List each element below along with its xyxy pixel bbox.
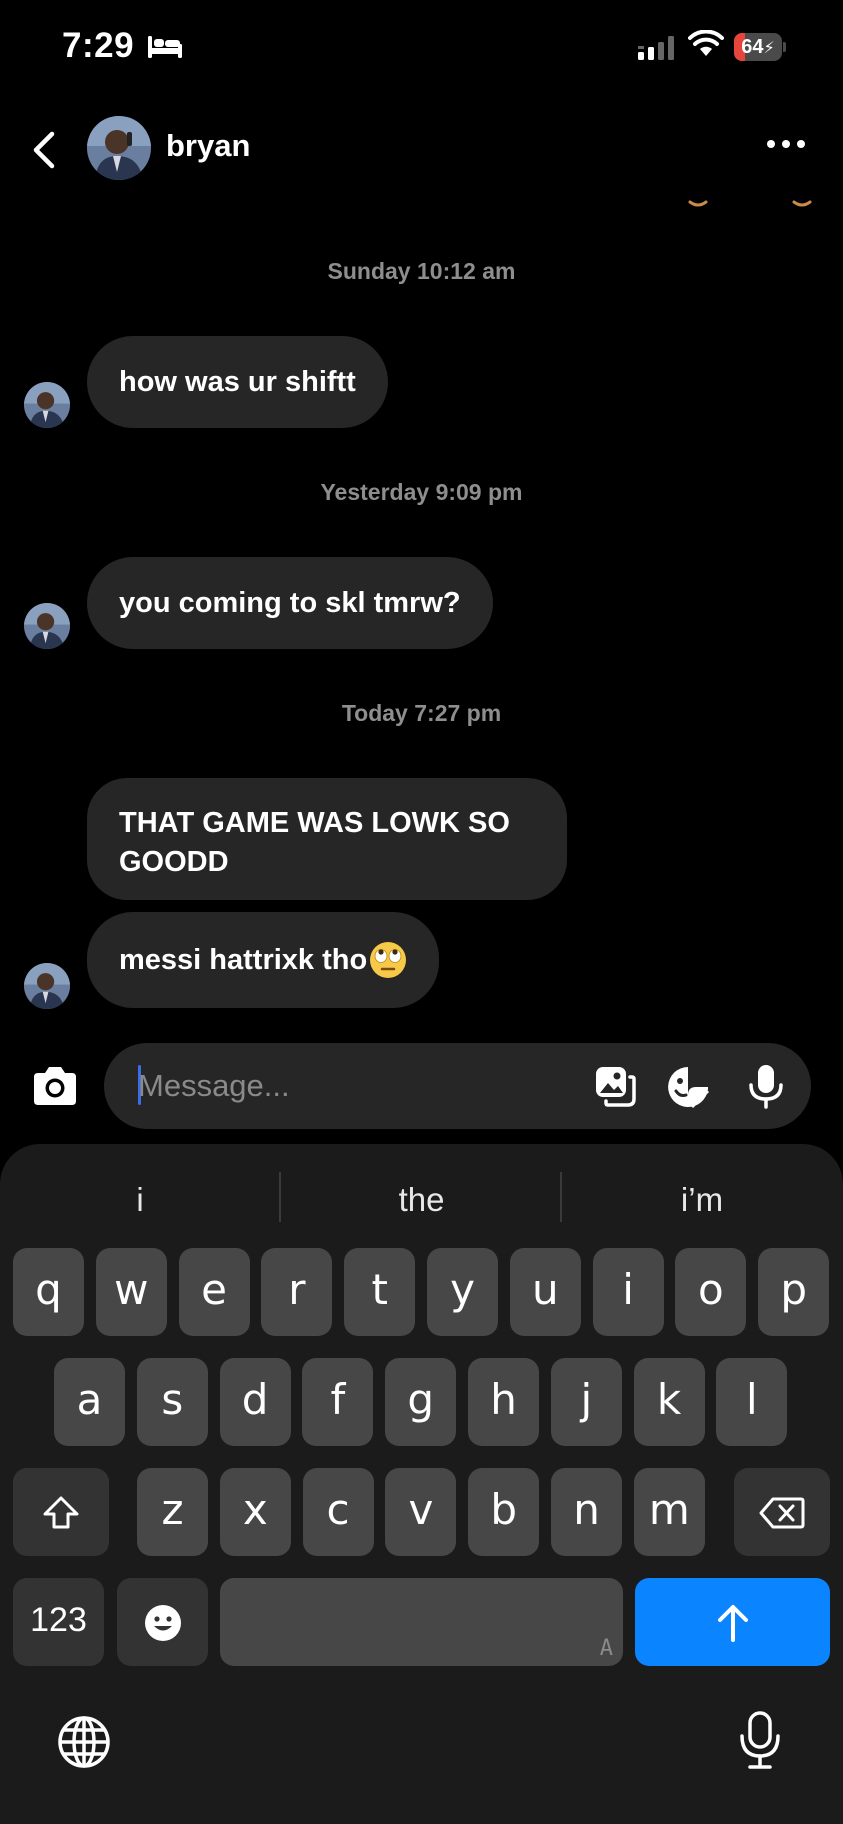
back-icon[interactable] (28, 128, 60, 172)
message-bubble[interactable]: messi hattrixk tho (87, 912, 440, 1008)
globe-icon[interactable] (56, 1714, 112, 1770)
timestamp: Yesterday 9:09 pm (320, 479, 523, 505)
space-key[interactable]: A (220, 1578, 623, 1666)
key-q[interactable]: q (13, 1248, 84, 1336)
sender-avatar[interactable] (24, 382, 70, 428)
backspace-icon (759, 1497, 805, 1528)
status-bar: 7:29 64⚡ (0, 0, 843, 100)
message-composer (104, 1043, 811, 1129)
key-n[interactable]: n (551, 1468, 622, 1556)
emoji-key[interactable] (117, 1578, 208, 1666)
message-bubble[interactable]: THAT GAME WAS LOWK SO GOODD (87, 778, 567, 900)
signal-icon (638, 36, 674, 60)
key-r[interactable]: r (261, 1248, 333, 1336)
status-time: 7:29 (62, 26, 135, 65)
key-c[interactable]: c (302, 1468, 374, 1556)
message-text: THAT GAME WAS LOWK SO GOODD (119, 807, 510, 878)
suggestion-2[interactable]: the (300, 1174, 543, 1226)
space-hint: A (599, 1636, 613, 1661)
key-z[interactable]: z (137, 1468, 208, 1556)
key-k[interactable]: k (633, 1358, 705, 1446)
bed-icon (148, 36, 182, 58)
arrow-up-icon (717, 1604, 748, 1642)
key-w[interactable]: w (95, 1248, 167, 1336)
message-bubble[interactable]: you coming to skl tmrw? (87, 557, 493, 649)
wifi-icon (688, 30, 724, 56)
key-i[interactable]: i (592, 1248, 664, 1336)
send-key[interactable] (635, 1578, 830, 1666)
key-t[interactable]: t (344, 1248, 416, 1336)
key-p[interactable]: p (758, 1248, 830, 1336)
key-d[interactable]: d (219, 1358, 291, 1446)
timestamp: Today 7:27 pm (341, 700, 502, 726)
camera-icon[interactable] (28, 1060, 82, 1114)
key-s[interactable]: s (136, 1358, 208, 1446)
numbers-key[interactable]: 123 (13, 1578, 104, 1666)
message-text: messi hattrixk tho (119, 943, 368, 976)
decorative-marks (688, 200, 812, 207)
suggestion-divider (560, 1172, 562, 1222)
key-e[interactable]: e (178, 1248, 250, 1336)
key-m[interactable]: m (633, 1468, 705, 1556)
key-a[interactable]: a (54, 1358, 125, 1446)
key-o[interactable]: o (675, 1248, 747, 1336)
emoji-icon (144, 1604, 181, 1641)
suggestion-3[interactable]: i’m (582, 1174, 822, 1226)
suggestion-1[interactable]: i (20, 1174, 260, 1226)
keyboard: i the i’m qwertyuiop asdfghjkl zxcvbnm 1… (0, 1144, 843, 1824)
rolling-eyes-emoji-icon (370, 942, 407, 978)
message-input[interactable] (138, 1059, 578, 1113)
sticker-icon[interactable] (666, 1065, 710, 1109)
key-y[interactable]: y (427, 1248, 498, 1336)
backspace-key[interactable] (734, 1468, 830, 1556)
suggestion-divider (279, 1172, 281, 1222)
message-text: you coming to skl tmrw? (119, 586, 461, 619)
key-h[interactable]: h (468, 1358, 539, 1446)
battery-indicator: 64⚡ (734, 33, 786, 61)
message-text: how was ur shiftt (119, 365, 356, 398)
sender-avatar[interactable] (24, 603, 70, 649)
mic-icon[interactable] (746, 1063, 786, 1109)
more-icon[interactable] (766, 138, 806, 150)
gallery-icon[interactable] (592, 1063, 638, 1109)
key-f[interactable]: f (302, 1358, 374, 1446)
key-v[interactable]: v (385, 1468, 457, 1556)
message-bubble[interactable]: how was ur shiftt (87, 336, 388, 428)
contact-name[interactable]: bryan (166, 128, 250, 164)
key-u[interactable]: u (509, 1248, 581, 1336)
key-j[interactable]: j (550, 1358, 622, 1446)
key-l[interactable]: l (716, 1358, 788, 1446)
shift-icon (43, 1496, 79, 1528)
timestamp: Sunday 10:12 am (327, 258, 516, 284)
battery-percent: 64 (741, 36, 764, 58)
key-x[interactable]: x (219, 1468, 291, 1556)
sender-avatar[interactable] (24, 963, 70, 1009)
contact-avatar[interactable] (87, 116, 151, 180)
dictation-mic-icon[interactable] (738, 1710, 782, 1770)
shift-key[interactable] (13, 1468, 109, 1556)
chat-header: bryan (0, 100, 843, 200)
key-g[interactable]: g (385, 1358, 457, 1446)
key-b[interactable]: b (468, 1468, 540, 1556)
